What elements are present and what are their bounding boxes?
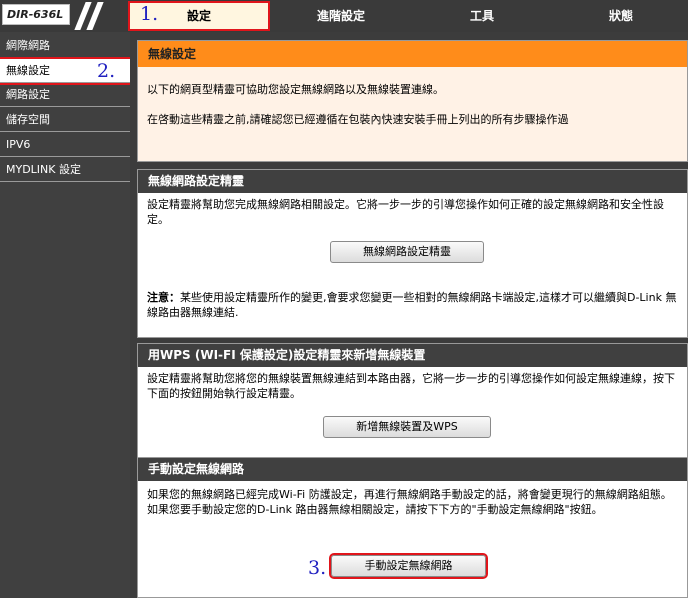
intro-body: 以下的網頁型精靈可協助您設定無線網路以及無線裝置連線。 在啓動這些精靈之前,請確… — [138, 67, 687, 127]
sidebar-item-label: 無線設定 — [6, 64, 50, 77]
manual-wireless-setup-button[interactable]: 手動設定無線網路 — [329, 553, 488, 579]
manual-section: 手動設定無線網路 如果您的無線網路已經完成Wi-Fi 防護設定，再進行無線網路手… — [137, 457, 688, 598]
sidebar-item-wireless[interactable]: 無線設定 2. — [0, 57, 132, 85]
wps-title: 用WPS (WI-FI 保護設定)設定精靈來新增無線裝置 — [138, 344, 687, 367]
add-wireless-device-wps-button[interactable]: 新增無線裝置及WPS — [323, 416, 491, 438]
wizard-section: 無線網路設定精靈 設定精靈將幫助您完成無線網路相關設定。它將一步一步的引導您操作… — [137, 169, 688, 338]
wizard-note: 注意：某些使用設定精靈所作的變更,會要求您變更一些相對的無線網路卡端設定,這樣才… — [138, 290, 687, 320]
tab-label: 進階設定 — [316, 9, 365, 23]
sidebar-item-mydlink[interactable]: MYDLINK 設定 — [0, 158, 130, 182]
sidebar-item-ipv6[interactable]: IPV6 — [0, 133, 130, 157]
note-label: 注意： — [147, 291, 180, 304]
model-name: DIR-636L — [7, 8, 64, 21]
tab-label: 工具 — [469, 9, 494, 23]
intro-line-1: 以下的網頁型精靈可協助您設定無線網路以及無線裝置連線。 — [147, 83, 444, 96]
sidebar-item-storage[interactable]: 儲存空間 — [0, 108, 130, 132]
wizard-description: 設定精靈將幫助您完成無線網路相關設定。它將一步一步的引導您操作如何正確的設定無線… — [147, 198, 664, 226]
wps-description: 設定精靈將幫助您將您的無線裝置無線連結到本路由器，它將一步一步的引導您操作如何設… — [147, 372, 675, 400]
tab-status[interactable]: 狀態 — [554, 3, 688, 29]
tab-tools[interactable]: 工具 — [414, 3, 550, 29]
wireless-wizard-button[interactable]: 無線網路設定精靈 — [330, 241, 484, 263]
sidebar-item-label: IPV6 — [6, 138, 31, 151]
step-1-marker: 1. — [140, 3, 159, 25]
main-content: 無線設定 以下的網頁型精靈可協助您設定無線網路以及無線裝置連線。 在啓動這些精靈… — [130, 32, 688, 598]
note-text: 某些使用設定精靈所作的變更,會要求您變更一些相對的無線網路卡端設定,這樣才可以繼… — [147, 291, 677, 319]
manual-description: 如果您的無線網路已經完成Wi-Fi 防護設定，再進行無線網路手動設定的話，將會變… — [147, 488, 672, 516]
step-3-marker: 3. — [308, 557, 327, 579]
sidebar: 網際網路 無線設定 2. 網路設定 儲存空間 IPV6 MYDLINK 設定 — [0, 32, 132, 598]
sidebar-item-network[interactable]: 網路設定 — [0, 83, 130, 107]
wizard-title: 無線網路設定精靈 — [138, 170, 687, 193]
tab-label: 設定 — [186, 9, 211, 23]
sidebar-item-label: 儲存空間 — [6, 113, 50, 126]
intro-section: 無線設定 以下的網頁型精靈可協助您設定無線網路以及無線裝置連線。 在啓動這些精靈… — [137, 40, 688, 162]
intro-title: 無線設定 — [138, 41, 687, 67]
tab-label: 狀態 — [608, 9, 633, 23]
tab-advanced[interactable]: 進階設定 — [272, 3, 410, 29]
step-2-marker: 2. — [97, 60, 116, 82]
sidebar-item-label: 網路設定 — [6, 88, 50, 101]
sidebar-item-label: 網際網路 — [6, 39, 50, 52]
intro-line-2: 在啓動這些精靈之前,請確認您已經遵循在包裝內快速安裝手冊上列出的所有步驟操作過 — [147, 113, 569, 126]
router-admin-page: DIR-636L 設定 進階設定 工具 狀態 1. 網際網路 無線設定 2. 網… — [0, 0, 688, 598]
sidebar-item-internet[interactable]: 網際網路 — [0, 34, 130, 58]
sidebar-item-label: MYDLINK 設定 — [6, 163, 81, 176]
manual-title: 手動設定無線網路 — [138, 458, 687, 481]
model-logo: DIR-636L — [2, 4, 70, 25]
top-bar: DIR-636L 設定 進階設定 工具 狀態 1. — [0, 0, 688, 32]
